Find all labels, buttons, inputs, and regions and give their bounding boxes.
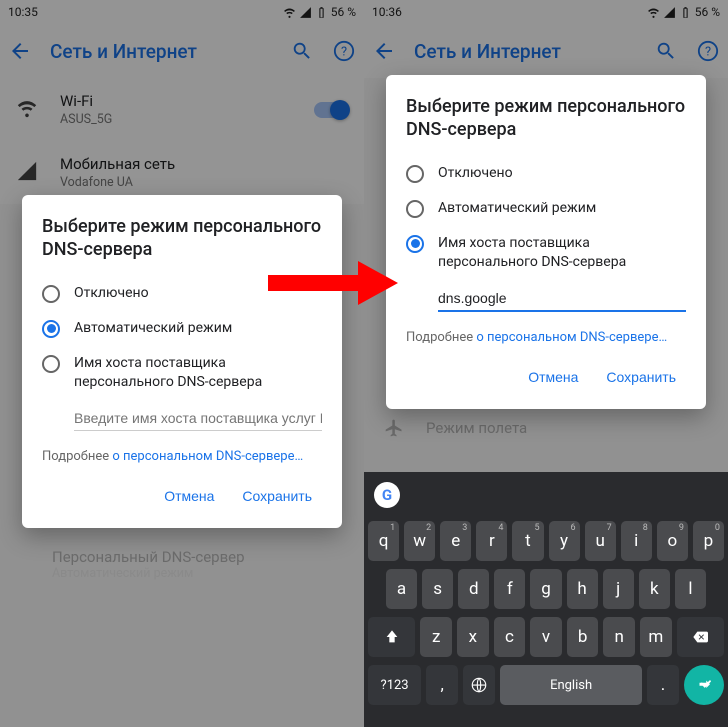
- key-l[interactable]: l: [675, 569, 706, 609]
- radio-icon: [42, 285, 60, 303]
- radio-icon: [406, 235, 424, 253]
- symbols-key[interactable]: ?123: [368, 665, 421, 705]
- suggestion-bar: G: [364, 472, 728, 517]
- key-r[interactable]: r4: [476, 521, 507, 561]
- google-icon[interactable]: G: [374, 482, 400, 508]
- language-key[interactable]: [463, 665, 495, 705]
- key-j[interactable]: j: [603, 569, 634, 609]
- setting-airplane-bg: Режим полета: [384, 418, 708, 438]
- key-e[interactable]: e3: [440, 521, 471, 561]
- hint-link[interactable]: о персональном DNS-сервере…: [476, 330, 667, 345]
- dialog-title: Выберите режим персонального DNS-сервера: [406, 95, 686, 142]
- dns-dialog: Выберите режим персонального DNS-сервера…: [386, 75, 706, 409]
- dns-hostname-input[interactable]: [74, 406, 322, 431]
- radio-icon: [406, 165, 424, 183]
- dialog-actions: Отмена Сохранить: [42, 472, 322, 520]
- phone-right: 10:36 56 % Сеть и Интернет ? Режим полет…: [364, 0, 728, 727]
- key-i[interactable]: i8: [621, 521, 652, 561]
- keyboard-row-1: q1w2e3r4t5y6u7i8o9p0: [368, 521, 724, 561]
- radio-icon: [42, 355, 60, 373]
- key-c[interactable]: c: [494, 617, 526, 657]
- radio-option-hostname[interactable]: Имя хоста поставщика персонального DNS-с…: [406, 226, 686, 280]
- key-g[interactable]: g: [530, 569, 561, 609]
- key-a[interactable]: a: [386, 569, 417, 609]
- key-b[interactable]: b: [567, 617, 599, 657]
- dns-hostname-input[interactable]: [438, 286, 686, 312]
- save-button[interactable]: Сохранить: [232, 480, 322, 512]
- period-key[interactable]: .: [647, 665, 679, 705]
- radio-option-hostname[interactable]: Имя хоста поставщика персонального DNS-с…: [42, 346, 322, 400]
- dialog-hint: Подробнее о персональном DNS-сервере…: [406, 330, 686, 345]
- hint-text: Подробнее: [406, 330, 476, 345]
- setting-label: Режим полета: [426, 419, 527, 437]
- airplane-icon: [384, 418, 404, 438]
- save-button[interactable]: Сохранить: [596, 361, 686, 393]
- key-n[interactable]: n: [603, 617, 635, 657]
- key-s[interactable]: s: [422, 569, 453, 609]
- backspace-key[interactable]: [677, 617, 724, 657]
- comma-key[interactable]: ,: [426, 665, 458, 705]
- setting-sub: Автоматический режим: [52, 566, 344, 581]
- radio-label: Отключено: [438, 164, 513, 183]
- key-x[interactable]: x: [457, 617, 489, 657]
- dialog-hint: Подробнее о персональном DNS-сервере…: [42, 449, 322, 464]
- radio-label: Имя хоста поставщика персонального DNS-с…: [438, 234, 686, 272]
- enter-key[interactable]: [684, 665, 724, 705]
- key-u[interactable]: u7: [585, 521, 616, 561]
- hint-link[interactable]: о персональном DNS-сервере…: [112, 449, 303, 464]
- radio-option-auto[interactable]: Автоматический режим: [42, 311, 322, 346]
- radio-option-auto[interactable]: Автоматический режим: [406, 191, 686, 226]
- key-v[interactable]: v: [530, 617, 562, 657]
- key-t[interactable]: t5: [512, 521, 543, 561]
- keyboard-row-2: asdfghjkl: [368, 569, 724, 609]
- hint-text: Подробнее: [42, 449, 112, 464]
- key-d[interactable]: d: [458, 569, 489, 609]
- radio-label: Автоматический режим: [438, 199, 596, 218]
- setting-private-dns-bg: Персональный DNS-сервер Автоматический р…: [52, 548, 344, 581]
- keyboard-row-3: zxcvbnm: [368, 617, 724, 657]
- annotation-arrow-icon: [268, 258, 398, 308]
- key-h[interactable]: h: [567, 569, 598, 609]
- key-m[interactable]: m: [640, 617, 672, 657]
- radio-icon: [42, 320, 60, 338]
- key-p[interactable]: p0: [693, 521, 724, 561]
- key-q[interactable]: q1: [368, 521, 399, 561]
- cancel-button[interactable]: Отмена: [518, 361, 588, 393]
- key-y[interactable]: y6: [549, 521, 580, 561]
- key-z[interactable]: z: [420, 617, 452, 657]
- space-key[interactable]: English: [500, 665, 642, 705]
- key-k[interactable]: k: [639, 569, 670, 609]
- radio-label: Отключено: [74, 284, 149, 303]
- cancel-button[interactable]: Отмена: [154, 480, 224, 512]
- shift-key[interactable]: [368, 617, 415, 657]
- key-f[interactable]: f: [494, 569, 525, 609]
- setting-label: Персональный DNS-сервер: [52, 548, 344, 566]
- key-o[interactable]: o9: [657, 521, 688, 561]
- dns-dialog: Выберите режим персонального DNS-сервера…: [22, 195, 342, 528]
- keyboard: G q1w2e3r4t5y6u7i8o9p0 asdfghjkl zxcvbnm…: [364, 472, 728, 727]
- keyboard-row-4: ?123 , English .: [368, 665, 724, 705]
- key-w[interactable]: w2: [404, 521, 435, 561]
- dialog-actions: Отмена Сохранить: [406, 353, 686, 401]
- radio-icon: [406, 200, 424, 218]
- radio-option-off[interactable]: Отключено: [406, 156, 686, 191]
- radio-label: Автоматический режим: [74, 319, 232, 338]
- dialog-title: Выберите режим персонального DNS-сервера: [42, 215, 322, 262]
- radio-label: Имя хоста поставщика персонального DNS-с…: [74, 354, 322, 392]
- phone-left: 10:35 56 % Сеть и Интернет ? Wi-FiASUS_5…: [0, 0, 364, 727]
